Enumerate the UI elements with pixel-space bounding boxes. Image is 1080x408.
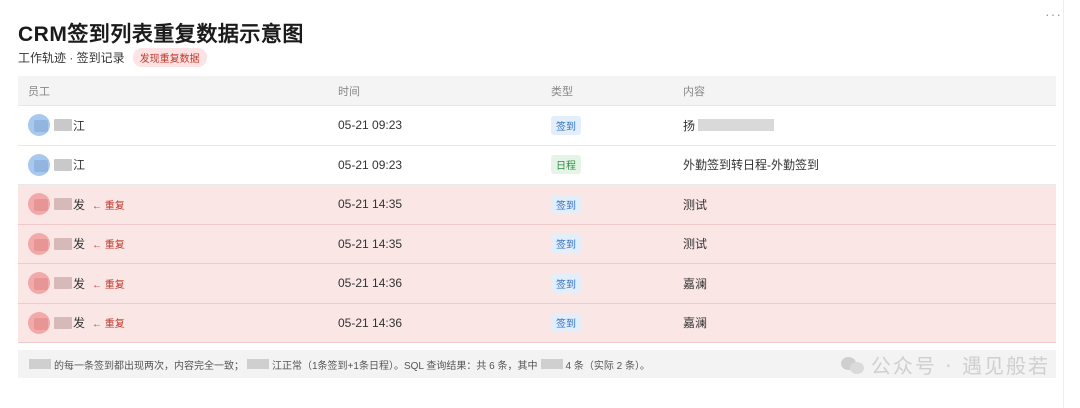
header-content[interactable]: 内容 — [683, 83, 1056, 99]
duplicate-marker: ← 重复 — [92, 200, 125, 212]
redacted-block — [247, 359, 269, 369]
content-text: 外勤签到转日程-外勤签到 — [683, 158, 819, 173]
type-cell: 日程 — [551, 155, 683, 175]
employee-cell: 江 — [18, 153, 338, 176]
employee-name: 江 — [73, 158, 86, 173]
type-badge: 日程 — [551, 155, 581, 175]
time-cell: 05-21 14:36 — [338, 315, 403, 330]
subtitle: 工作轨迹 · 签到记录 — [18, 51, 125, 65]
more-options-icon[interactable]: ··· — [1045, 6, 1062, 22]
content-cell: 扬 — [683, 117, 1056, 134]
header-type[interactable]: 类型 — [551, 83, 683, 99]
avatar — [28, 311, 50, 334]
redacted-name-block — [54, 316, 72, 329]
employee-cell: 发 ← 重复 — [18, 232, 338, 255]
table-row[interactable]: 发 ← 重复 05-21 14:36 签到 嘉澜 — [18, 264, 1056, 304]
employee-cell: 江 — [18, 114, 338, 137]
type-badge: 签到 — [551, 115, 581, 135]
employee-cell: 发 ← 重复 — [18, 272, 338, 295]
employee-cell: 发 ← 重复 — [18, 311, 338, 334]
duplicate-marker: ← 重复 — [92, 319, 125, 331]
avatar — [28, 272, 50, 295]
time-cell: 05-21 14:35 — [338, 236, 403, 251]
type-cell: 签到 — [551, 194, 683, 214]
content-cell: 嘉澜 — [683, 314, 1056, 331]
content-text: 嘉澜 — [683, 276, 708, 291]
type-badge: 签到 — [551, 313, 581, 333]
table-row[interactable]: 江 05-21 09:23 日程 外勤签到转日程-外勤签到 — [18, 145, 1056, 185]
page-title: CRM签到列表重复数据示意图 — [18, 23, 304, 46]
type-cell: 签到 — [551, 234, 683, 254]
wechat-icon — [840, 355, 865, 375]
avatar — [28, 193, 50, 216]
time-cell: 05-21 14:35 — [338, 197, 403, 212]
content-cell: 嘉澜 — [683, 275, 1056, 292]
time-cell: 05-21 14:36 — [338, 276, 403, 291]
redacted-name-block — [54, 277, 72, 290]
table-body: 江 05-21 09:23 签到扬江 05-21 09:23 日程 外勤签到转日程-外勤签… — [18, 106, 1056, 343]
redacted-name-block — [54, 158, 72, 171]
table-row[interactable]: 发 ← 重复 05-21 14:35 签到 测试 — [18, 224, 1056, 264]
type-badge: 签到 — [551, 234, 581, 254]
watermark-text: 公众号 · 遇见般若 — [870, 354, 1050, 378]
employee-name: 江 — [73, 118, 86, 133]
subtitle-row: 工作轨迹 · 签到记录 发现重复数据 — [18, 48, 207, 67]
employee-name: 发 — [73, 197, 86, 212]
avatar — [28, 232, 50, 255]
avatar — [28, 153, 50, 176]
content-text: 测试 — [683, 237, 708, 252]
content-cell: 测试 — [683, 235, 1056, 252]
right-divider — [1063, 0, 1064, 408]
table-row[interactable]: 江 05-21 09:23 签到 扬 — [18, 106, 1056, 146]
table-header: 员工 时间 类型 内容 — [18, 76, 1056, 106]
duplicate-marker: ← 重复 — [92, 240, 125, 252]
content-cell: 外勤签到转日程-外勤签到 — [683, 156, 1056, 173]
footer-text-part2: 江正常（1条签到+1条日程）。SQL 查询结果：共 6 条，其中 — [272, 360, 538, 372]
employee-name: 发 — [73, 276, 86, 291]
type-badge: 签到 — [551, 273, 581, 293]
redacted-name-block — [54, 198, 72, 211]
redacted-block — [540, 359, 563, 369]
footer-text-part3: 4 条（实际 2 条）。 — [565, 360, 650, 372]
duplicate-warning-badge: 发现重复数据 — [132, 48, 207, 67]
type-cell: 签到 — [551, 273, 683, 293]
type-badge: 签到 — [551, 194, 581, 214]
checkin-table: 员工 时间 类型 内容 江 05-21 09:23 签到扬江 05-21 09:23 日… — [18, 76, 1056, 343]
avatar — [28, 114, 50, 137]
content-text: 扬 — [683, 118, 696, 133]
header-time[interactable]: 时间 — [338, 83, 551, 99]
content-text: 测试 — [683, 197, 708, 212]
type-cell: 签到 — [551, 313, 683, 333]
watermark: 公众号 · 遇见般若 — [840, 350, 1050, 379]
employee-name: 发 — [73, 237, 86, 252]
footer-text: 的每一条签到都出现两次，内容完全一致； 江正常（1条签到+1条日程）。SQL 查… — [26, 357, 650, 372]
time-cell: 05-21 09:23 — [338, 118, 403, 133]
content-text: 嘉澜 — [683, 316, 708, 331]
employee-cell: 发 ← 重复 — [18, 193, 338, 216]
redacted-name-block — [54, 237, 72, 250]
table-row[interactable]: 发 ← 重复 05-21 14:36 签到 嘉澜 — [18, 303, 1056, 343]
redacted-block — [698, 119, 775, 132]
employee-name: 发 — [73, 316, 86, 331]
content-cell: 测试 — [683, 196, 1056, 213]
duplicate-marker: ← 重复 — [92, 279, 125, 291]
header-employee[interactable]: 员工 — [18, 83, 338, 99]
redacted-block — [29, 359, 51, 369]
type-cell: 签到 — [551, 115, 683, 135]
redacted-name-block — [54, 119, 72, 132]
time-cell: 05-21 09:23 — [338, 157, 403, 172]
table-row[interactable]: 发 ← 重复 05-21 14:35 签到 测试 — [18, 185, 1056, 225]
footer-text-part1: 的每一条签到都出现两次，内容完全一致； — [54, 360, 244, 372]
